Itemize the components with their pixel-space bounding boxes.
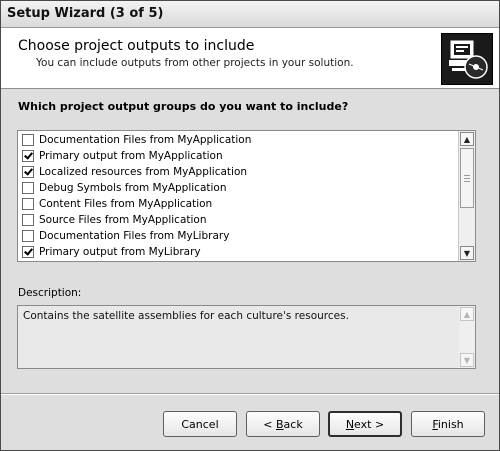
checkbox-unchecked[interactable] — [22, 181, 34, 194]
page-title: Choose project outputs to include — [18, 38, 255, 54]
computer-disk-icon — [441, 33, 493, 85]
checkbox-checked[interactable] — [22, 149, 34, 162]
output-groups-list[interactable]: Documentation Files from MyApplication P… — [17, 130, 476, 262]
list-item[interactable]: Documentation Files from MyLibrary — [22, 228, 452, 243]
title-bar[interactable]: Setup Wizard (3 of 5) — [1, 1, 499, 28]
checkbox-checked[interactable] — [22, 165, 34, 178]
list-item-label: Source Files from MyApplication — [39, 213, 207, 226]
setup-wizard-window: Setup Wizard (3 of 5) Choose project out… — [0, 0, 500, 451]
list-item[interactable]: Primary output from MyApplication — [22, 148, 452, 163]
description-label: Description: — [18, 287, 82, 299]
list-item-label: Content Files from MyApplication — [39, 197, 213, 210]
checkbox-unchecked[interactable] — [22, 213, 34, 226]
list-item-label: Documentation Files from MyApplication — [39, 133, 252, 146]
scroll-thumb[interactable] — [460, 148, 474, 208]
button-separator — [1, 393, 499, 395]
checkbox-unchecked[interactable] — [22, 229, 34, 242]
list-item[interactable]: Localized resources from MyApplication — [22, 164, 452, 179]
scroll-down-arrow-icon: ▼ — [460, 353, 474, 367]
next-button-label: Next > — [345, 417, 385, 431]
scroll-down-arrow-icon[interactable]: ▼ — [460, 246, 474, 260]
window-title: Setup Wizard (3 of 5) — [7, 6, 164, 21]
list-item-label: Primary output from MyLibrary — [39, 245, 201, 258]
checkbox-checked[interactable] — [22, 245, 34, 258]
wizard-header: Choose project outputs to include You ca… — [1, 28, 499, 89]
next-button[interactable]: Next > — [328, 411, 402, 437]
list-item-label: Primary output from MyApplication — [39, 149, 223, 162]
list-item-label: Localized resources from MyApplication — [39, 165, 248, 178]
list-item[interactable]: Primary output from MyLibrary — [22, 244, 452, 259]
list-item[interactable]: Documentation Files from MyApplication — [22, 132, 452, 147]
list-item[interactable]: Content Files from MyApplication — [22, 196, 452, 211]
back-button-label: < Back — [263, 417, 303, 431]
list-item-label: Debug Symbols from MyApplication — [39, 181, 227, 194]
checkbox-unchecked[interactable] — [22, 197, 34, 210]
page-subtitle: You can include outputs from other proje… — [36, 57, 354, 69]
description-box: Contains the satellite assemblies for ea… — [17, 305, 476, 369]
description-text: Contains the satellite assemblies for ea… — [23, 310, 349, 322]
list-item-label: Documentation Files from MyLibrary — [39, 229, 230, 242]
cancel-button[interactable]: Cancel — [163, 411, 237, 437]
finish-button-label: Finish — [432, 417, 464, 431]
scroll-up-arrow-icon: ▲ — [460, 307, 474, 321]
cancel-button-label: Cancel — [181, 417, 219, 431]
back-button[interactable]: < Back — [246, 411, 320, 437]
finish-button[interactable]: Finish — [411, 411, 485, 437]
checkbox-unchecked[interactable] — [22, 133, 34, 146]
output-groups-question: Which project output groups do you want … — [18, 100, 349, 113]
list-item[interactable]: Debug Symbols from MyApplication — [22, 180, 452, 195]
scroll-up-arrow-icon[interactable]: ▲ — [460, 132, 474, 146]
list-scrollbar[interactable]: ▲ ▼ — [458, 131, 475, 261]
description-scrollbar: ▲ ▼ — [459, 306, 475, 368]
list-item[interactable]: Source Files from MyApplication — [22, 212, 452, 227]
